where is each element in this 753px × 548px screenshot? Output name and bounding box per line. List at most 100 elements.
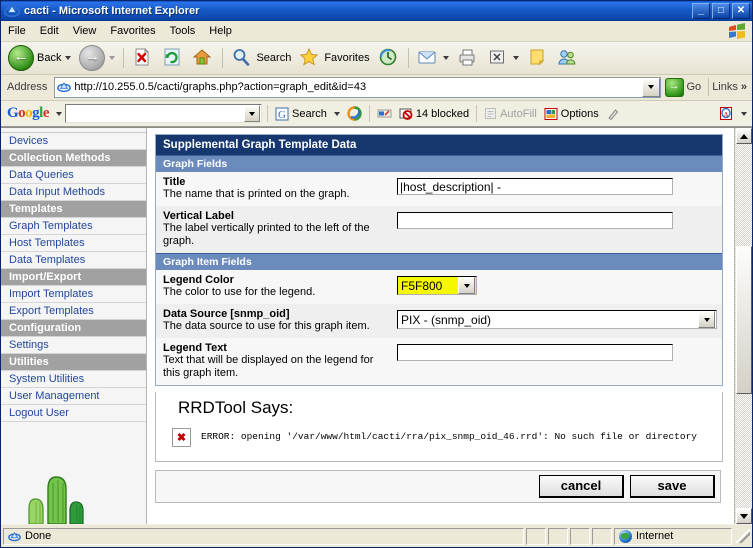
google-search-dropdown-button[interactable] xyxy=(244,105,261,122)
scroll-up-button[interactable] xyxy=(735,128,752,144)
rrdtool-error-text: ERROR: opening '/var/www/html/cacti/rra/… xyxy=(201,431,697,442)
windows-flag-icon xyxy=(726,22,748,40)
search-button[interactable]: Search xyxy=(228,45,294,71)
chevron-down-icon[interactable] xyxy=(442,56,449,60)
legend-color-dropdown-button[interactable] xyxy=(458,277,475,294)
google-acrobat-button[interactable]: A xyxy=(717,106,749,121)
back-button[interactable]: ← Back xyxy=(5,45,74,71)
field-help-legend-color: The color to use for the legend. xyxy=(163,286,316,298)
field-row-title: Title The name that is printed on the gr… xyxy=(156,172,722,206)
sidebar-item-settings[interactable]: Settings xyxy=(1,337,146,354)
sidebar-item-data-templates[interactable]: Data Templates xyxy=(1,252,146,269)
close-button[interactable]: ✕ xyxy=(732,3,750,19)
refresh-button[interactable] xyxy=(159,45,187,71)
google-highlighter-button[interactable] xyxy=(604,107,622,121)
save-button[interactable]: save xyxy=(630,475,715,498)
menu-item-file[interactable]: File xyxy=(1,23,33,39)
sidebar-item-logout-user[interactable]: Logout User xyxy=(1,405,146,422)
search-label: Search xyxy=(256,52,292,64)
scroll-down-button[interactable] xyxy=(735,508,752,524)
go-arrow-icon: → xyxy=(664,77,684,97)
google-search-input[interactable] xyxy=(65,104,263,123)
status-cell-3 xyxy=(570,527,590,545)
data-source-dropdown-button[interactable] xyxy=(698,311,715,328)
address-input[interactable]: http://10.255.0.5/cacti/graphs.php?actio… xyxy=(54,76,661,98)
chevron-down-icon xyxy=(703,317,710,322)
blocked-label: 14 blocked xyxy=(415,107,470,120)
forward-button[interactable]: → xyxy=(76,45,118,71)
maximize-button[interactable]: □ xyxy=(712,3,730,19)
menu-item-tools[interactable]: Tools xyxy=(163,23,203,39)
google-toolbar: Google G Search 14 blocked AutoFill Opti… xyxy=(1,101,752,127)
vertical-label-input[interactable] xyxy=(397,212,673,229)
go-button[interactable]: → Go xyxy=(664,77,706,97)
pagerank-icon xyxy=(377,106,392,121)
menu-item-help[interactable]: Help xyxy=(202,23,239,39)
sidebar-item-import-templates[interactable]: Import Templates xyxy=(1,286,146,303)
address-dropdown-button[interactable] xyxy=(641,77,660,97)
google-highlight-button[interactable] xyxy=(345,106,364,121)
legend-text-input[interactable] xyxy=(397,344,673,361)
data-source-select[interactable]: PIX - (snmp_oid) xyxy=(397,310,717,329)
window-buttons: _ □ ✕ xyxy=(692,3,750,19)
menu-item-edit[interactable]: Edit xyxy=(33,23,66,39)
edit-page-button[interactable] xyxy=(484,45,522,71)
resize-grip[interactable] xyxy=(736,529,750,543)
history-button[interactable] xyxy=(375,45,403,71)
mail-button[interactable] xyxy=(414,45,452,71)
chevron-down-icon[interactable] xyxy=(512,56,519,60)
home-button[interactable] xyxy=(189,45,217,71)
scroll-up-icon xyxy=(739,133,748,139)
sidebar-item-system-utilities[interactable]: System Utilities xyxy=(1,371,146,388)
chevron-down-icon[interactable] xyxy=(65,56,72,60)
broken-image-icon: ✖ xyxy=(172,428,191,447)
form-action-bar: cancel save xyxy=(155,470,721,503)
title-bar: cacti - Microsoft Internet Explorer _ □ … xyxy=(1,1,752,21)
field-description-legend-color: Legend Color The color to use for the le… xyxy=(156,270,397,304)
sidebar-item-devices[interactable]: Devices xyxy=(1,133,146,150)
sidebar-item-host-templates[interactable]: Host Templates xyxy=(1,235,146,252)
chevron-down-icon[interactable] xyxy=(56,111,63,116)
menu-item-view[interactable]: View xyxy=(66,23,104,39)
google-options-button[interactable]: Options xyxy=(542,107,601,121)
links-label: Links xyxy=(712,81,738,93)
sidebar-item-data-queries[interactable]: Data Queries xyxy=(1,167,146,184)
vertical-scrollbar[interactable] xyxy=(734,128,752,524)
stop-button[interactable] xyxy=(129,45,157,71)
google-search-button[interactable]: G Search xyxy=(273,107,342,121)
sidebar-item-data-input-methods[interactable]: Data Input Methods xyxy=(1,184,146,201)
sidebar-item-user-management[interactable]: User Management xyxy=(1,388,146,405)
field-control-legend-color: F5F800 xyxy=(397,270,722,300)
chevron-down-icon[interactable] xyxy=(333,111,340,116)
field-label-title: Title xyxy=(163,176,186,188)
google-pagerank[interactable] xyxy=(375,106,394,121)
google-popup-blocker[interactable]: 14 blocked xyxy=(397,107,471,121)
section-header-graph-item-fields: Graph Item Fields xyxy=(156,253,722,270)
print-button[interactable] xyxy=(454,45,482,71)
scrollbar-thumb[interactable] xyxy=(735,246,752,394)
security-zone-cell[interactable]: Internet xyxy=(614,527,732,545)
messenger-button[interactable] xyxy=(554,45,582,71)
links-button[interactable]: Links » xyxy=(708,78,750,96)
field-label-data-source: Data Source [snmp_oid] xyxy=(163,308,290,320)
chevron-down-icon xyxy=(647,85,654,89)
zone-text: Internet xyxy=(636,530,674,542)
sidebar-item-export-templates[interactable]: Export Templates xyxy=(1,303,146,320)
ie-page-icon xyxy=(8,530,21,543)
sidebar-item-graph-templates[interactable]: Graph Templates xyxy=(1,218,146,235)
notes-button[interactable] xyxy=(524,45,552,71)
legend-color-select[interactable]: F5F800 xyxy=(397,276,477,295)
title-input[interactable] xyxy=(397,178,673,195)
menu-item-favorites[interactable]: Favorites xyxy=(103,23,162,39)
field-row-legend-color: Legend Color The color to use for the le… xyxy=(156,270,722,304)
favorites-button[interactable]: Favorites xyxy=(296,45,372,71)
minimize-icon: _ xyxy=(697,4,705,16)
chevron-down-icon[interactable] xyxy=(109,56,116,60)
cancel-button[interactable]: cancel xyxy=(539,475,624,498)
chevron-down-icon[interactable] xyxy=(741,111,747,116)
google-autofill-button[interactable]: AutoFill xyxy=(482,107,539,120)
svg-text:A: A xyxy=(723,111,728,119)
swirl-icon xyxy=(347,106,362,121)
minimize-button[interactable]: _ xyxy=(692,3,710,19)
printer-icon xyxy=(457,47,479,69)
